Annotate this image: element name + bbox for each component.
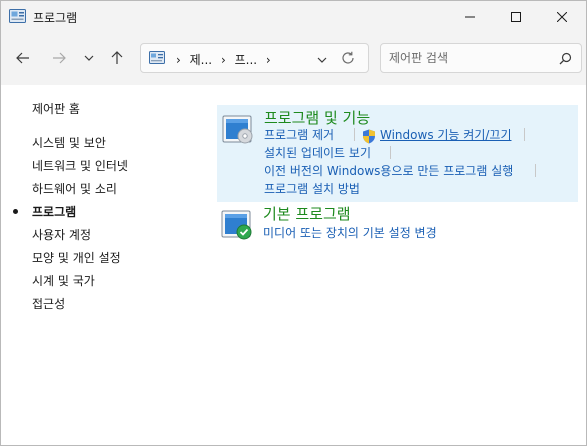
back-button[interactable] bbox=[10, 45, 36, 71]
nav-item-appearance-personalization[interactable]: 모양 및 개인 설정 bbox=[32, 249, 121, 266]
minimize-button[interactable] bbox=[447, 1, 493, 33]
programs-features-icon bbox=[222, 115, 254, 145]
refresh-button[interactable] bbox=[341, 51, 355, 68]
installed-updates-link[interactable]: 설치된 업데이트 보기 bbox=[264, 144, 371, 161]
active-bullet-icon bbox=[13, 209, 18, 214]
arrow-right-icon bbox=[53, 52, 66, 64]
breadcrumb-separator[interactable]: › bbox=[221, 53, 226, 67]
programs-features-group: 프로그램 및 기능 프로그램 제거 Windows 기능 켜기/끄기 설치된 업… bbox=[217, 105, 578, 202]
control-panel-icon bbox=[149, 51, 165, 65]
default-programs-icon bbox=[221, 210, 253, 240]
address-dropdown-button[interactable] bbox=[317, 52, 327, 66]
default-programs-title[interactable]: 기본 프로그램 bbox=[263, 203, 351, 224]
nav-item-network-internet[interactable]: 네트워크 및 인터넷 bbox=[32, 157, 128, 174]
nav-item-hardware-sound[interactable]: 하드웨어 및 소리 bbox=[32, 180, 117, 197]
nav-item-user-accounts[interactable]: 사용자 계정 bbox=[32, 226, 91, 243]
breadcrumb-separator: › bbox=[176, 53, 181, 67]
link-divider bbox=[524, 128, 525, 141]
nav-item-programs[interactable]: 프로그램 bbox=[32, 203, 76, 220]
forward-button[interactable] bbox=[46, 45, 72, 71]
recent-locations-button[interactable] bbox=[76, 45, 102, 71]
uninstall-program-link[interactable]: 프로그램 제거 bbox=[264, 126, 334, 143]
close-button[interactable] bbox=[539, 1, 585, 33]
nav-item-system-security[interactable]: 시스템 및 보안 bbox=[32, 134, 106, 151]
search-icon[interactable] bbox=[559, 52, 572, 68]
how-to-install-link[interactable]: 프로그램 설치 방법 bbox=[264, 180, 360, 197]
main-content: 프로그램 및 기능 프로그램 제거 Windows 기능 켜기/끄기 설치된 업… bbox=[211, 85, 586, 445]
link-divider bbox=[535, 164, 536, 177]
nav-item-ease-of-access[interactable]: 접근성 bbox=[32, 295, 65, 312]
search-input[interactable] bbox=[389, 50, 549, 66]
nav-item-clock-region[interactable]: 시계 및 국가 bbox=[32, 272, 95, 289]
navigation-bar: › 제... › 프... › bbox=[1, 33, 586, 85]
left-navigation: 제어판 홈 시스템 및 보안 네트워크 및 인터넷 하드웨어 및 소리 프로그램… bbox=[1, 85, 211, 445]
default-programs-group: 기본 프로그램 미디어 또는 장치의 기본 설정 변경 bbox=[217, 202, 578, 252]
breadcrumb: › 제... › 프... › bbox=[171, 51, 276, 68]
arrow-left-icon bbox=[16, 52, 29, 64]
run-older-programs-link[interactable]: 이전 버전의 Windows용으로 만든 프로그램 실행 bbox=[264, 162, 513, 179]
link-divider bbox=[390, 146, 391, 159]
link-divider bbox=[354, 128, 355, 141]
address-bar[interactable]: › 제... › 프... › bbox=[140, 43, 369, 73]
up-button[interactable] bbox=[104, 45, 130, 71]
breadcrumb-control-panel[interactable]: 제... bbox=[190, 53, 212, 67]
control-panel-icon bbox=[9, 8, 27, 24]
search-box[interactable] bbox=[380, 43, 582, 73]
breadcrumb-programs[interactable]: 프... bbox=[235, 53, 257, 67]
title-bar: 프로그램 bbox=[1, 1, 586, 33]
arrow-up-icon bbox=[111, 51, 123, 64]
programs-features-title[interactable]: 프로그램 및 기능 bbox=[264, 107, 370, 128]
maximize-button[interactable] bbox=[493, 1, 539, 33]
refresh-icon bbox=[342, 51, 354, 64]
change-media-defaults-link[interactable]: 미디어 또는 장치의 기본 설정 변경 bbox=[263, 224, 437, 241]
control-panel-window: 프로그램 › 제... › 프... › 제어판 검색 제어판 홈 시스템 및 … bbox=[0, 0, 587, 446]
close-icon bbox=[557, 12, 567, 22]
maximize-icon bbox=[511, 12, 521, 22]
minimize-icon bbox=[465, 16, 475, 18]
window-title: 프로그램 bbox=[33, 11, 78, 25]
breadcrumb-separator[interactable]: › bbox=[266, 53, 271, 67]
control-panel-home-link[interactable]: 제어판 홈 bbox=[32, 100, 80, 117]
windows-features-link[interactable]: Windows 기능 켜기/끄기 bbox=[380, 126, 511, 143]
chevron-down-icon bbox=[317, 57, 327, 63]
chevron-down-icon bbox=[84, 55, 94, 61]
